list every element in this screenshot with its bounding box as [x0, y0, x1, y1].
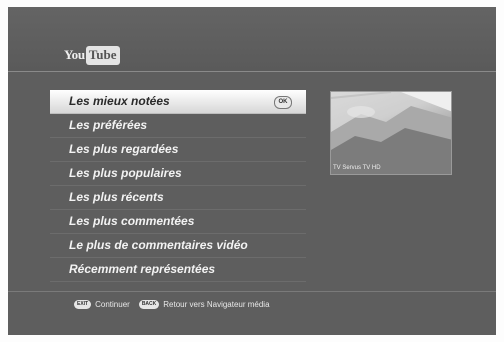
exit-hint-label: Continuer [95, 299, 130, 309]
tv-screen: You Tube Les mieux notées OK Les préféré… [8, 7, 496, 335]
menu-item-label: Les plus commentées [69, 214, 195, 228]
footer-divider [8, 291, 496, 292]
menu-item-label: Récemment représentées [69, 262, 216, 276]
menu-item-plus-regardees[interactable]: Les plus regardées [50, 138, 306, 162]
menu-item-label: Les plus populaires [69, 166, 182, 180]
ok-icon: OK [274, 96, 292, 109]
exit-key-icon: EXIT [74, 299, 92, 309]
menu-item-preferees[interactable]: Les préférées [50, 114, 306, 138]
logo-you: You [64, 47, 85, 62]
menu-item-plus-recents[interactable]: Les plus récents [50, 186, 306, 210]
category-menu: Les mieux notées OK Les préférées Les pl… [50, 90, 306, 282]
footer-hints: EXIT Continuer BACK Retour vers Navigate… [74, 297, 270, 311]
menu-item-label: Les préférées [69, 118, 148, 132]
preview-caption: TV Servus TV HD [333, 165, 381, 171]
menu-item-label: Les mieux notées [69, 94, 170, 108]
menu-item-commentaires-video[interactable]: Le plus de commentaires vidéo [50, 234, 306, 258]
menu-item-label: Le plus de commentaires vidéo [69, 238, 248, 252]
menu-item-plus-commentees[interactable]: Les plus commentées [50, 210, 306, 234]
header-divider [8, 71, 496, 72]
back-key-icon: BACK [138, 299, 160, 309]
preview-image [331, 92, 451, 174]
menu-item-recemment-representees[interactable]: Récemment représentées [50, 258, 306, 282]
logo-tube: Tube [85, 45, 120, 65]
menu-item-label: Les plus récents [69, 190, 164, 204]
video-preview: TV Servus TV HD [330, 91, 452, 175]
youtube-logo: You Tube [64, 45, 120, 65]
menu-item-mieux-notees[interactable]: Les mieux notées OK [50, 90, 306, 114]
back-hint-label: Retour vers Navigateur média [163, 299, 270, 309]
menu-item-plus-populaires[interactable]: Les plus populaires [50, 162, 306, 186]
menu-item-label: Les plus regardées [69, 142, 179, 156]
